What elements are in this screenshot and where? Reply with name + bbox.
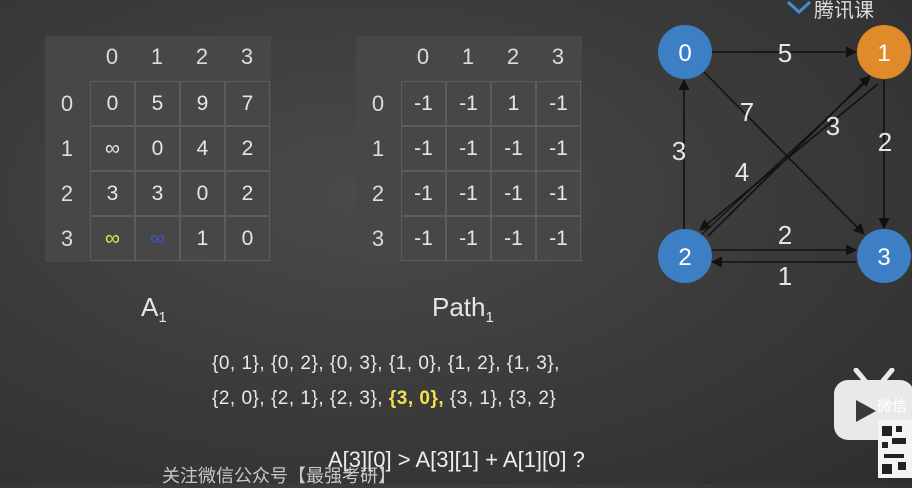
wechat-watermark: 关注微信公众号【最强考研】 bbox=[162, 466, 396, 487]
edge-1-2 bbox=[699, 83, 879, 231]
pair-item: {2, 1}, bbox=[270, 388, 325, 409]
node-1-label: 1 bbox=[877, 40, 890, 67]
node-2-label: 2 bbox=[678, 244, 691, 271]
pair-item: {0, 2}, bbox=[270, 353, 325, 374]
pair-item: {1, 2}, bbox=[447, 353, 501, 374]
pair-item: {2, 3}, bbox=[329, 388, 384, 409]
edge-label-0-1: 5 bbox=[778, 38, 792, 68]
node-3-label: 3 bbox=[877, 244, 890, 271]
edge-label-0-3: 7 bbox=[740, 97, 754, 127]
pair-item: {1, 0}, bbox=[388, 353, 443, 374]
bilibili-tv-icon bbox=[834, 368, 912, 478]
pair-list-line-2: {2, 0}, {2, 1}, {2, 3}, {3, 0}, {3, 1}, … bbox=[212, 388, 556, 410]
edge-label-2-3: 2 bbox=[778, 220, 792, 250]
bilibili-badge-text: 微信 bbox=[877, 397, 908, 415]
pair-item: {3, 2} bbox=[508, 388, 557, 409]
pair-item-highlighted: {3, 0}, bbox=[388, 388, 445, 409]
edge-label-2-1: 3 bbox=[826, 111, 840, 141]
pair-item: {3, 1}, bbox=[449, 388, 504, 409]
pair-item: {0, 3}, bbox=[329, 353, 384, 374]
brand-text: 腾讯课 bbox=[814, 0, 874, 22]
edge-label-2-0: 3 bbox=[672, 136, 686, 166]
node-0-label: 0 bbox=[678, 40, 691, 67]
edge-label-1-2: 4 bbox=[735, 157, 749, 187]
pair-list-line-1: {0, 1}, {0, 2}, {0, 3}, {1, 0}, {1, 2}, … bbox=[212, 353, 560, 375]
pair-item: {1, 3}, bbox=[506, 353, 560, 374]
graph-diagram: 0 1 2 3 5 7 3 2 3 4 2 1 bbox=[658, 25, 911, 291]
pair-item: {2, 0}, bbox=[212, 388, 266, 409]
tencent-classroom-logo-icon bbox=[786, 0, 812, 14]
edge-label-3-2: 1 bbox=[778, 261, 792, 291]
pair-item: {0, 1}, bbox=[212, 353, 266, 374]
edge-label-1-3: 2 bbox=[878, 127, 892, 157]
